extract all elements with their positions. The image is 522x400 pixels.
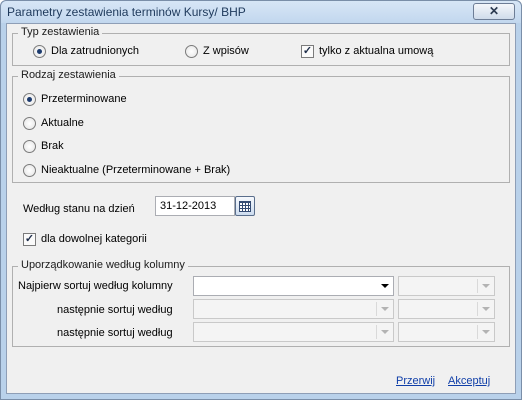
radio-indicator xyxy=(23,163,36,177)
chevron-down-icon xyxy=(381,284,389,288)
radio-outdated-label: Nieaktualne (Przeterminowane + Brak) xyxy=(41,164,231,176)
date-input[interactable]: 31-12-2013 xyxy=(155,196,235,216)
chevron-down-icon xyxy=(381,307,389,311)
close-button[interactable]: ✕ xyxy=(473,3,515,20)
radio-missing[interactable]: Brak xyxy=(23,138,64,154)
chevron-down-icon xyxy=(482,284,490,288)
chevron-down-icon xyxy=(482,307,490,311)
date-label: Według stanu na dzień xyxy=(23,203,135,215)
radio-current[interactable]: Aktualne xyxy=(23,115,84,131)
radio-missing-label: Brak xyxy=(41,140,64,152)
checkbox-any-category-label: dla dowolnej kategorii xyxy=(41,233,147,245)
chevron-down-icon xyxy=(381,330,389,334)
radio-indicator xyxy=(23,139,36,153)
calendar-icon xyxy=(239,201,251,212)
radio-indicator xyxy=(23,116,36,130)
sort-label-1: Najpierw sortuj według kolumny xyxy=(18,280,173,292)
checkbox-current-contract-label: tylko z aktualna umową xyxy=(319,45,434,57)
title-bar[interactable]: Parametry zestawienia terminów Kursy/ BH… xyxy=(1,1,521,23)
sort-label-2: następnie sortuj według xyxy=(57,304,173,316)
radio-expired-label: Przeterminowane xyxy=(41,93,127,105)
accept-button[interactable]: Akceptuj xyxy=(448,375,490,387)
sort-direction-2-select[interactable] xyxy=(398,299,495,319)
combo-separator xyxy=(477,325,478,339)
close-icon: ✕ xyxy=(488,4,500,18)
sort-label-3: następnie sortuj według xyxy=(57,327,173,339)
radio-outdated[interactable]: Nieaktualne (Przeterminowane + Brak) xyxy=(23,162,230,178)
window-title: Parametry zestawienia terminów Kursy/ BH… xyxy=(7,5,246,19)
sort-order-group: Uporządkowanie według kolumny Najpierw s… xyxy=(12,259,510,347)
radio-from-entries[interactable]: Z wpisów xyxy=(185,43,249,59)
combo-separator xyxy=(477,302,478,316)
radio-employed-label: Dla zatrudnionych xyxy=(51,45,140,57)
radio-employed[interactable]: Dla zatrudnionych xyxy=(33,43,139,59)
combo-separator xyxy=(477,279,478,293)
radio-from-entries-label: Z wpisów xyxy=(203,45,249,57)
report-kind-group: Rodzaj zestawienia Przeterminowane Aktua… xyxy=(12,69,510,183)
report-kind-group-title: Rodzaj zestawienia xyxy=(18,69,119,81)
checkbox-any-category[interactable]: ✓ dla dowolnej kategorii xyxy=(23,231,147,247)
checkmark-icon: ✓ xyxy=(301,44,314,58)
calendar-button[interactable] xyxy=(235,196,255,216)
sort-direction-3-select[interactable] xyxy=(398,322,495,342)
checkmark-icon: ✓ xyxy=(23,232,36,246)
report-type-group: Typ zestawienia Dla zatrudnionych Z wpis… xyxy=(12,26,510,66)
cancel-button[interactable]: Przerwij xyxy=(396,375,435,387)
radio-expired[interactable]: Przeterminowane xyxy=(23,91,127,107)
combo-separator xyxy=(376,302,377,316)
radio-indicator xyxy=(33,44,46,58)
radio-indicator xyxy=(23,92,36,106)
sort-direction-1-select[interactable] xyxy=(398,276,495,296)
radio-indicator xyxy=(185,44,198,58)
combo-separator xyxy=(376,325,377,339)
sort-column-3-select[interactable] xyxy=(193,322,394,342)
sort-column-1-select[interactable] xyxy=(193,276,394,296)
radio-current-label: Aktualne xyxy=(41,117,84,129)
chevron-down-icon xyxy=(482,330,490,334)
report-type-group-title: Typ zestawienia xyxy=(18,26,103,38)
sort-order-group-title: Uporządkowanie według kolumny xyxy=(18,259,188,271)
dialog-client-area: Typ zestawienia Dla zatrudnionych Z wpis… xyxy=(6,23,516,394)
sort-column-2-select[interactable] xyxy=(193,299,394,319)
checkbox-current-contract[interactable]: ✓ tylko z aktualna umową xyxy=(301,43,433,59)
dialog-window: Parametry zestawienia terminów Kursy/ BH… xyxy=(0,0,522,400)
